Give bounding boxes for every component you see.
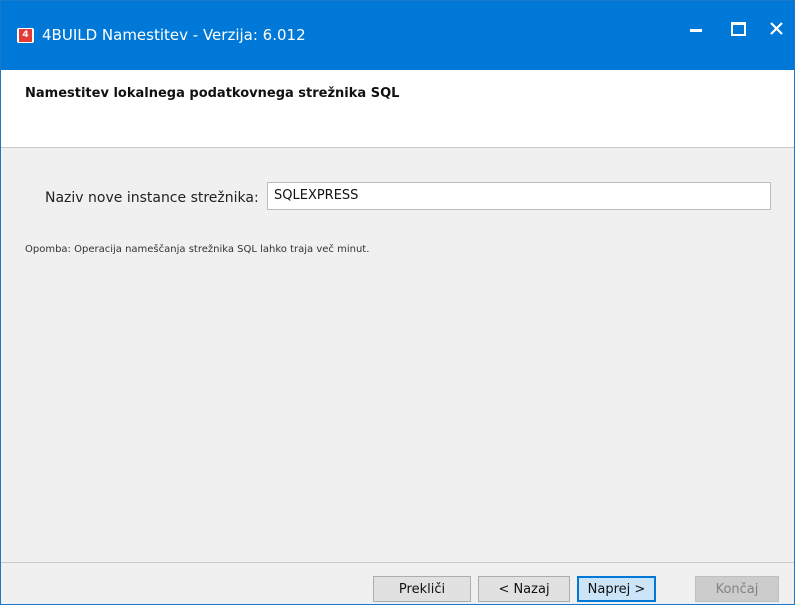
app-logo-mark: 4: [19, 29, 32, 42]
finish-button[interactable]: Končaj: [695, 576, 779, 602]
install-note: Opomba: Operacija nameščanja strežnika S…: [25, 244, 370, 255]
instance-name-label: Naziv nove instance strežnika:: [45, 190, 259, 206]
app-logo-icon: 4: [17, 28, 34, 43]
page-title: Namestitev lokalnega podatkovnega strežn…: [25, 86, 400, 101]
back-button[interactable]: < Nazaj: [478, 576, 570, 602]
button-bar: Prekliči < Nazaj Naprej > Končaj: [1, 562, 794, 604]
title-bar[interactable]: 4 4BUILD Namestitev - Verzija: 6.012: [1, 1, 794, 70]
maximize-icon[interactable]: [723, 15, 753, 45]
close-icon[interactable]: [761, 15, 791, 45]
window-title: 4BUILD Namestitev - Verzija: 6.012: [42, 26, 306, 44]
minimize-icon[interactable]: [681, 15, 711, 45]
header-panel: Namestitev lokalnega podatkovnega strežn…: [1, 70, 794, 148]
instance-name-input[interactable]: [267, 182, 771, 210]
next-button[interactable]: Naprej >: [577, 576, 656, 602]
installer-window: 4 4BUILD Namestitev - Verzija: 6.012 Nam…: [0, 0, 795, 605]
cancel-button[interactable]: Prekliči: [373, 576, 471, 602]
content-panel: Naziv nove instance strežnika: Opomba: O…: [1, 148, 794, 548]
